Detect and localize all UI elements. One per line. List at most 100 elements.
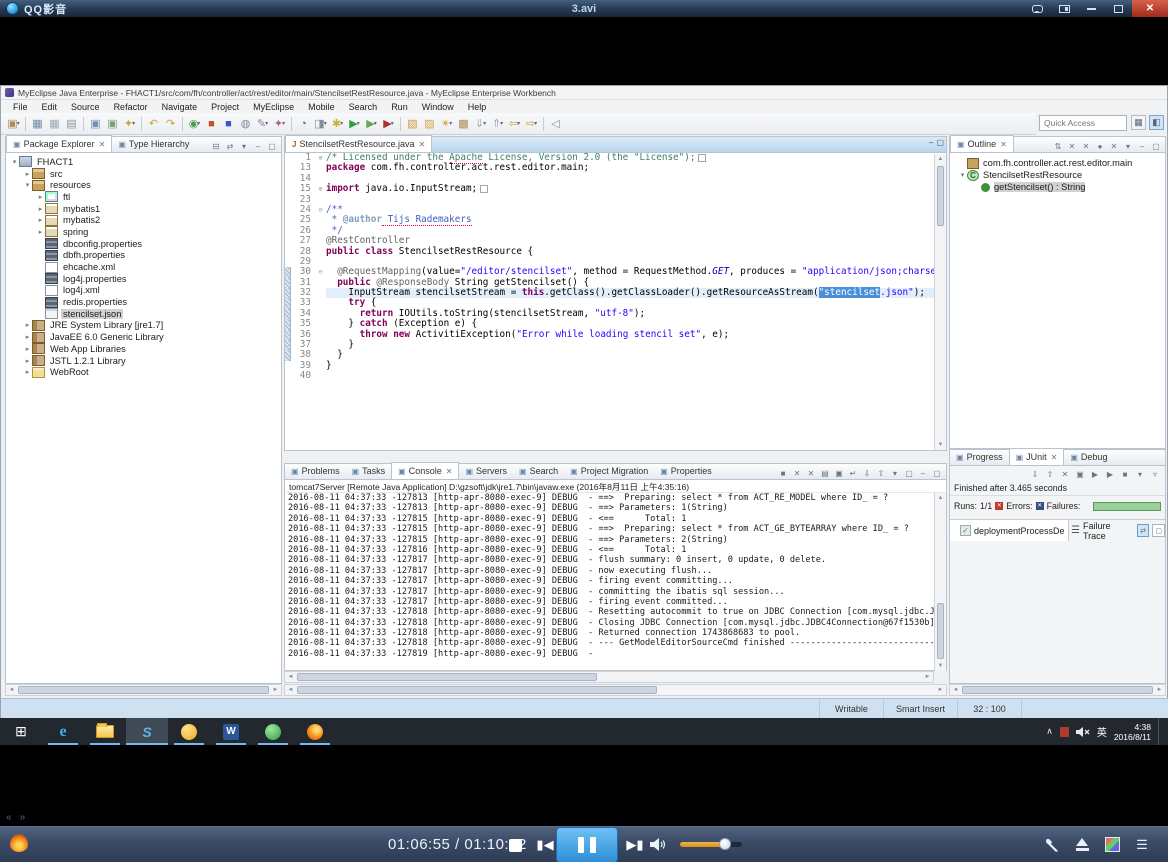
center-hscrollbar[interactable]: ◄► <box>284 684 947 696</box>
code-line-36[interactable]: 36 throw new ActivitiException("Error wh… <box>285 330 946 340</box>
tree-item-web-app-libraries[interactable]: ▸Web App Libraries <box>6 343 281 355</box>
tree-item-log4j-xml[interactable]: log4j.xml <box>6 285 281 297</box>
editor-vscrollbar[interactable]: ▲ ▼ <box>934 154 946 450</box>
display-console-icon[interactable]: ⇧ <box>875 467 887 479</box>
view-menu-icon[interactable]: ▾ <box>1122 140 1134 152</box>
tab-project-migration[interactable]: ▣Project Migration <box>564 463 654 479</box>
editor-tab[interactable]: J StencilsetRestResource.java ✕ <box>285 135 432 152</box>
tree-item-mybatis1[interactable]: ▸mybatis1 <box>6 203 281 215</box>
tree-item-dbconfig-properties[interactable]: dbconfig.properties <box>6 238 281 250</box>
web-project-icon[interactable]: ◍ <box>237 115 254 132</box>
rerun-failed-icon[interactable]: ▶ <box>1104 468 1116 480</box>
rerun-icon[interactable]: ▶ <box>1089 468 1101 480</box>
collapse-all-icon[interactable]: ⊟ <box>210 140 222 152</box>
back-icon[interactable]: ⇦▾ <box>506 115 523 132</box>
menu-search[interactable]: Search <box>342 102 385 112</box>
menu-navigate[interactable]: Navigate <box>155 102 205 112</box>
code-line-32[interactable]: 32 InputStream stencilsetStream = this.g… <box>285 288 946 298</box>
tree-item-mybatis2[interactable]: ▸mybatis2 <box>6 214 281 226</box>
code-line-25[interactable]: 25 * @author Tijs Rademakers <box>285 215 946 225</box>
save-icon[interactable]: ▦ <box>29 115 46 132</box>
tab-search[interactable]: ▣Search <box>513 463 564 479</box>
code-line-15[interactable]: 15⊕import java.io.InputStream; <box>285 184 946 194</box>
menu-edit[interactable]: Edit <box>35 102 65 112</box>
console-vscrollbar[interactable]: ▲ ▼ <box>934 493 946 671</box>
minimize-icon[interactable] <box>1078 0 1105 17</box>
close-tab-icon[interactable]: ✕ <box>446 467 453 476</box>
close-tab-icon[interactable]: ✕ <box>99 140 106 149</box>
link-editor-icon[interactable]: ⇄ <box>224 140 236 152</box>
rewind-icon[interactable]: « <box>6 812 12 823</box>
code-line-28[interactable]: 28public class StencilsetRestResource { <box>285 247 946 257</box>
firefox-icon[interactable] <box>294 718 336 745</box>
new-wizard-icon[interactable]: ▣▾ <box>5 115 22 132</box>
run-icon[interactable]: ▶▾ <box>346 115 363 132</box>
sort-icon[interactable]: ⇅ <box>1052 140 1064 152</box>
new-folder-icon[interactable]: ▧ <box>404 115 421 132</box>
tree-item-src[interactable]: ▸src <box>6 168 281 180</box>
close-tab-icon[interactable]: ✕ <box>419 140 426 149</box>
pin-console-icon[interactable]: ⇩ <box>861 467 873 479</box>
next-failure-icon[interactable]: ⇩ <box>1029 468 1041 480</box>
tree-item-dbfh-properties[interactable]: dbfh.properties <box>6 250 281 262</box>
search-torch-icon[interactable]: ✴▾ <box>438 115 455 132</box>
panel-icon[interactable] <box>1051 0 1078 17</box>
tree-item-ehcache-xml[interactable]: ehcache.xml <box>6 261 281 273</box>
terminate-icon[interactable]: ■ <box>777 467 789 479</box>
outline-item[interactable]: ▾CStencilsetRestResource <box>950 169 1165 181</box>
menu-window[interactable]: Window <box>415 102 461 112</box>
message-icon[interactable] <box>1024 0 1051 17</box>
print-icon[interactable]: ▤ <box>63 115 80 132</box>
down-arrow-icon[interactable]: ⇓▾ <box>472 115 489 132</box>
new-console-view-icon[interactable]: ▢ <box>903 467 915 479</box>
volume-knob[interactable] <box>719 838 731 850</box>
right-hscrollbar[interactable]: ◄► <box>949 684 1166 696</box>
open-console-icon[interactable]: ▾ <box>889 467 901 479</box>
stop-icon[interactable]: ■ <box>1119 468 1131 480</box>
next-button[interactable]: ▶▮ <box>622 832 648 858</box>
pause-button[interactable] <box>556 827 618 862</box>
tab-package-explorer[interactable]: ▣Package Explorer✕ <box>6 135 112 152</box>
code-line-40[interactable]: 40 <box>285 371 946 381</box>
tab-problems[interactable]: ▣Problems <box>285 463 346 479</box>
tab-properties[interactable]: ▣Properties <box>654 463 718 479</box>
menu-myeclipse[interactable]: MyEclipse <box>246 102 301 112</box>
clear-console-icon[interactable]: ▤ <box>819 467 831 479</box>
tab-console[interactable]: ▣Console✕ <box>391 462 459 479</box>
menu-refactor[interactable]: Refactor <box>107 102 155 112</box>
settings-wrench-icon[interactable] <box>1040 831 1064 858</box>
muted-speaker-icon[interactable] <box>1076 726 1090 738</box>
jar-red-icon[interactable]: ■ <box>203 115 220 132</box>
show-skipped-icon[interactable]: ▣ <box>1074 468 1086 480</box>
hide-local-icon[interactable]: ✕ <box>1108 140 1120 152</box>
close-tab-icon[interactable]: ✕ <box>1051 453 1058 462</box>
outline-item[interactable]: getStencilset() : String <box>950 181 1165 193</box>
new-class-icon[interactable]: ◉▾ <box>186 115 203 132</box>
tree-item-stencilset-json[interactable]: stencilset.json <box>6 308 281 320</box>
undo-icon[interactable]: ↶ <box>145 115 162 132</box>
view-menu-icon[interactable]: ▾ <box>238 140 250 152</box>
console-hscrollbar[interactable]: ◄► <box>284 671 934 683</box>
hide-fields-icon[interactable]: ✕ <box>1066 140 1078 152</box>
junit-test-item[interactable]: ✓ deploymentProcessDe <box>950 520 1069 541</box>
scroll-lock-icon[interactable]: ▣ <box>833 467 845 479</box>
javaee-perspective-icon[interactable]: ◧ <box>1149 115 1164 130</box>
save-all-icon[interactable]: ▦ <box>46 115 63 132</box>
show-desktop-button[interactable] <box>1158 718 1162 745</box>
ime-indicator[interactable]: 英 <box>1097 724 1107 739</box>
code-line-37[interactable]: 37 } <box>285 340 946 350</box>
tree-item-jstl-1-2-1-library[interactable]: ▸JSTL 1.2.1 Library <box>6 355 281 367</box>
tray-app-icon[interactable] <box>1060 727 1069 737</box>
forward-icon[interactable]: ⇨▾ <box>523 115 540 132</box>
deploy-icon[interactable]: ▣ <box>87 115 104 132</box>
green-app-icon[interactable] <box>252 718 294 745</box>
code-line-23[interactable]: 23 <box>285 195 946 205</box>
menu-run[interactable]: Run <box>384 102 415 112</box>
tree-item-javaee-6-0-generic-library[interactable]: ▸JavaEE 6.0 Generic Library <box>6 331 281 343</box>
minimize-icon[interactable]: – <box>929 138 933 147</box>
maximize-icon[interactable] <box>1105 0 1132 17</box>
tree-item-spring[interactable]: ▸spring <box>6 226 281 238</box>
tree-item-redis-properties[interactable]: redis.properties <box>6 296 281 308</box>
coverage-icon[interactable]: ▶▾ <box>380 115 397 132</box>
left-hscrollbar[interactable]: ◄► <box>5 684 282 696</box>
